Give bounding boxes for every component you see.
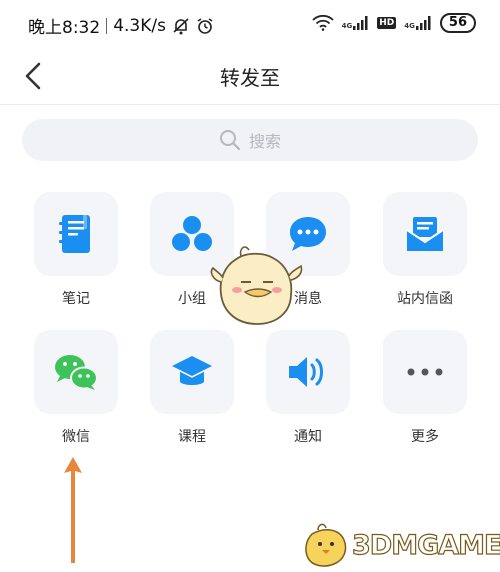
tile [34, 192, 118, 276]
share-target-label: 通知 [294, 429, 322, 445]
hd-badge: HD [377, 17, 397, 29]
share-target-label: 微信 [62, 429, 90, 445]
speaker-icon [289, 357, 323, 387]
annotation-arrow [60, 455, 86, 565]
network-speed: 4.3K/s [113, 15, 166, 36]
page-title: 转发至 [220, 66, 280, 90]
chick-mascot-icon [210, 246, 303, 325]
signal-icon [353, 16, 369, 30]
alarm-clock-icon [196, 17, 214, 35]
status-bar: 晚上8:32 4.3K/s 4G HD 4G 56 [0, 0, 500, 50]
share-target-label: 站内信函 [397, 291, 453, 307]
watermark-text: 3DMGAME [351, 529, 500, 561]
signal-icon [415, 16, 432, 30]
tile [383, 330, 467, 414]
wifi-icon [311, 15, 334, 31]
share-target-wechat[interactable]: 微信 [34, 330, 118, 446]
share-target-label: 更多 [411, 429, 439, 445]
network-type-1: 4G [341, 22, 353, 30]
status-separator [106, 17, 108, 34]
wechat-icon [55, 355, 98, 390]
watermark-chick-logo [305, 523, 347, 567]
network-type-2: 4G [404, 22, 415, 30]
search-input[interactable]: 搜索 [22, 119, 478, 161]
notebook-icon [59, 215, 90, 253]
tile [266, 330, 350, 414]
mail-icon [406, 217, 444, 251]
search-icon [219, 130, 241, 151]
mute-bell-icon [172, 17, 190, 35]
header-divider [0, 104, 500, 105]
title-bar: 转发至 [0, 50, 500, 104]
tile [383, 192, 467, 276]
watermark: 3DMGAME [300, 520, 500, 568]
share-target-notify[interactable]: 通知 [266, 330, 350, 446]
graduation-cap-icon [172, 356, 212, 385]
share-target-label: 笔记 [62, 291, 90, 307]
battery-indicator: 56 [439, 13, 476, 33]
share-target-label: 课程 [178, 429, 206, 445]
mascot-sticker [205, 242, 305, 332]
share-target-course[interactable]: 课程 [150, 330, 234, 446]
tile [34, 330, 118, 414]
up-arrow-icon [64, 457, 82, 563]
more-dots-icon [407, 368, 443, 376]
status-time: 晚上8:32 [28, 18, 101, 38]
share-target-note[interactable]: 笔记 [34, 192, 118, 308]
share-target-inbox-mail[interactable]: 站内信函 [383, 192, 467, 308]
tile [150, 330, 234, 414]
search-placeholder: 搜索 [248, 132, 281, 151]
share-target-more[interactable]: 更多 [383, 330, 467, 446]
